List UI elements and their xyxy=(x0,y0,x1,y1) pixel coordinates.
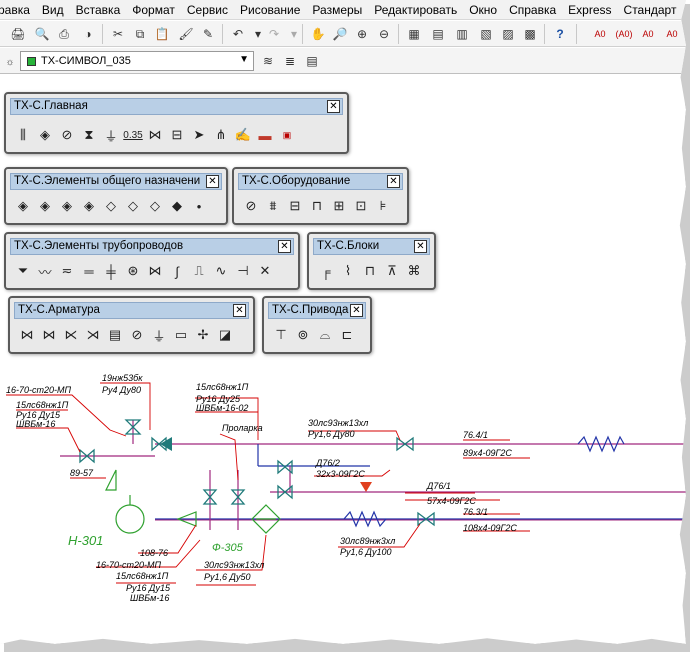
match-properties-icon[interactable]: 🖌 xyxy=(176,24,196,44)
copy-icon[interactable]: ⧉ xyxy=(130,24,150,44)
menu-format[interactable]: Формат xyxy=(126,1,181,19)
menu-standard[interactable]: Стандарт xyxy=(618,1,683,19)
layer-previous-icon[interactable]: ≣ xyxy=(280,51,300,71)
cut-icon[interactable]: ✂ xyxy=(108,24,128,44)
label: Проларка xyxy=(222,423,263,433)
label: Ру1,6 Ду80 xyxy=(308,429,354,439)
pump-h301 xyxy=(115,504,145,534)
drawing-canvas[interactable]: 16-70-ст20-МП 15лс68нж1П Ру16 Ду15 ШВБм-… xyxy=(0,75,686,645)
menu-dimensions[interactable]: Размеры xyxy=(306,1,368,19)
layer-select[interactable]: ТХ-СИМВОЛ_035 ▼ xyxy=(20,51,254,71)
label: 108х4-09Г2С xyxy=(463,523,517,533)
label: Ру1,6 Ду50 xyxy=(204,572,250,582)
chevron-down-icon[interactable]: ▼ xyxy=(239,54,249,65)
label: 30лс89нж3хл xyxy=(340,536,395,546)
make-current-layer-icon[interactable]: ≋ xyxy=(258,51,278,71)
equipment-triangle xyxy=(105,469,117,491)
label: 76.4/1 xyxy=(463,430,488,440)
label: 89-57 xyxy=(70,468,94,478)
equipment xyxy=(105,469,281,534)
sheet-set-icon[interactable]: ▧ xyxy=(476,24,496,44)
label: 76.3/1 xyxy=(463,507,488,517)
preview-icon[interactable]: 🔍 xyxy=(32,24,52,44)
menu-draw[interactable]: Рисование xyxy=(234,1,306,19)
publish-icon[interactable]: ⎙ xyxy=(54,24,74,44)
label: 89х4-09Г2С xyxy=(463,448,512,458)
label: 15лс68нж1П xyxy=(116,571,169,581)
drawing-text: 16-70-ст20-МП 15лс68нж1П Ру16 Ду15 ШВБм-… xyxy=(6,373,517,603)
label: Д76/1 xyxy=(426,481,451,491)
pan-icon[interactable]: ✋ xyxy=(308,24,328,44)
menu-insert[interactable]: Вставка xyxy=(70,1,127,19)
redo-icon[interactable]: ↷ xyxy=(264,24,284,44)
label: 32х3-09Г2С xyxy=(316,469,365,479)
label: 30лс93нж13хл xyxy=(204,560,264,570)
tool-palettes-icon[interactable]: ▥ xyxy=(452,24,472,44)
print-icon[interactable]: 🖨 xyxy=(8,24,28,44)
layer-state-icon[interactable]: ☼ xyxy=(0,52,20,72)
label: 19нж53бк xyxy=(102,373,143,383)
zoom-previous-icon[interactable]: ⊖ xyxy=(374,24,394,44)
standard-toolbar: 🖨 🔍 ⎙ ◑ ✂ ⧉ 📋 🖌 ✎ ↶ ▾ ↷ ▾ ✋ 🔎 ⊕ ⊖ ▦ ▤ ▥ … xyxy=(0,21,686,47)
paste-icon[interactable]: 📋 xyxy=(152,24,172,44)
plot-icon[interactable]: ◑ xyxy=(78,24,98,44)
label: 57х4-09Г2С xyxy=(427,496,476,506)
label: ШВБм-16 xyxy=(16,419,55,429)
label: 15лс68нж1П xyxy=(196,382,249,392)
properties-icon[interactable]: ▦ xyxy=(404,24,424,44)
equipment-tag: Н-301 xyxy=(68,533,103,548)
label: ШВБм-16-02 xyxy=(196,403,248,413)
leader-lines xyxy=(6,382,530,586)
text-style2-icon[interactable]: (A0) xyxy=(614,24,634,44)
label: 16-70-ст20-МП xyxy=(6,385,72,395)
zoom-realtime-icon[interactable]: 🔎 xyxy=(330,24,350,44)
flow-arrow-red xyxy=(360,482,372,492)
layer-manager-icon[interactable]: ▤ xyxy=(302,51,322,71)
label: 15лс68нж1П xyxy=(16,400,69,410)
label: Д76/2 xyxy=(315,458,340,468)
label: Ру1,6 Ду100 xyxy=(340,547,391,557)
label: Ру16 Ду15 xyxy=(126,583,171,593)
label: 108-76 xyxy=(140,548,168,558)
help-icon[interactable]: ? xyxy=(550,24,570,44)
menu-express[interactable]: Express xyxy=(562,1,617,19)
design-center-icon[interactable]: ▤ xyxy=(428,24,448,44)
zoom-window-icon[interactable]: ⊕ xyxy=(352,24,372,44)
text-style3-icon[interactable]: A0 xyxy=(638,24,658,44)
layer-name: ТХ-СИМВОЛ_035 xyxy=(41,55,131,67)
label: 16-70-ст20-МП xyxy=(96,560,162,570)
calculator-icon[interactable]: ▩ xyxy=(520,24,540,44)
layer-color-swatch xyxy=(27,56,36,66)
label: 30лс93нж13хл xyxy=(308,418,368,428)
layers-toolbar: ☼ ТХ-СИМВОЛ_035 ▼ ≋ ≣ ▤ xyxy=(0,48,686,74)
undo-icon[interactable]: ↶ xyxy=(228,24,248,44)
screenshot-frame: равка Вид Вставка Формат Сервис Рисовани… xyxy=(0,0,686,644)
menu-modify[interactable]: Редактировать xyxy=(368,1,463,19)
markup-icon[interactable]: ▨ xyxy=(498,24,518,44)
redo-dropdown-icon[interactable]: ▾ xyxy=(284,24,304,44)
label: ШВБм-16 xyxy=(130,593,169,603)
menu-window[interactable]: Окно xyxy=(463,1,503,19)
menu-help[interactable]: Справка xyxy=(503,1,562,19)
block-editor-icon[interactable]: ✎ xyxy=(198,24,218,44)
equipment-tag: Ф-305 xyxy=(212,542,244,554)
label: Ру4 Ду80 xyxy=(102,385,141,395)
menu-service[interactable]: Сервис xyxy=(181,1,234,19)
menu-bar: равка Вид Вставка Формат Сервис Рисовани… xyxy=(0,0,686,20)
menu-edit[interactable]: равка xyxy=(0,1,36,19)
text-style-icon[interactable]: A0 xyxy=(590,24,610,44)
text-style4-icon[interactable]: A0 xyxy=(662,24,682,44)
menu-view[interactable]: Вид xyxy=(36,1,70,19)
